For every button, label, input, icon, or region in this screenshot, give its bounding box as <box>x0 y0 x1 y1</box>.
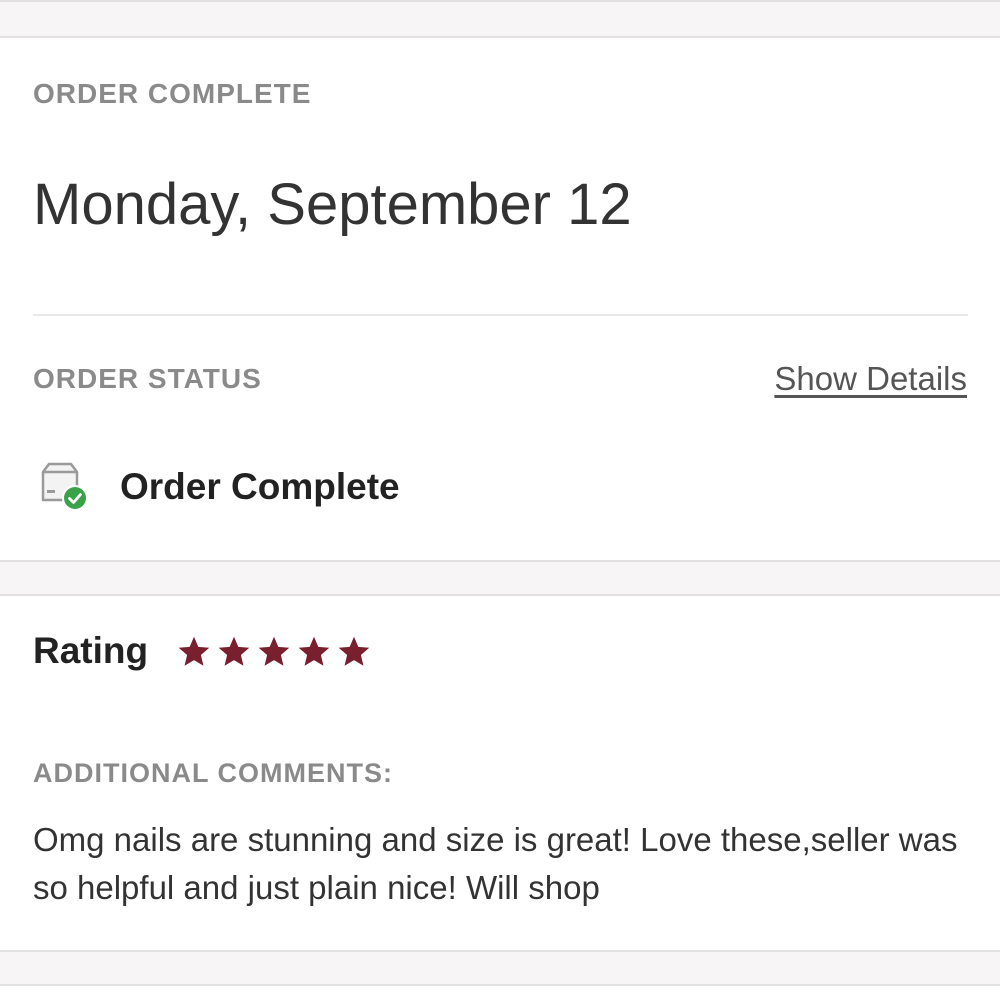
top-separator-strip <box>0 0 1000 38</box>
order-status-card: ORDER COMPLETE Monday, September 12 ORDE… <box>0 36 1000 562</box>
package-check-icon <box>37 460 91 514</box>
review-comment-text: Omg nails are stunning and size is great… <box>33 821 958 906</box>
order-date: Monday, September 12 <box>33 172 632 237</box>
star-icon <box>178 636 210 666</box>
next-card-edge <box>0 984 1000 1000</box>
order-status-label: Order Complete <box>120 466 400 507</box>
order-complete-heading: ORDER COMPLETE <box>33 78 312 109</box>
star-icon <box>338 636 370 666</box>
additional-comments-heading: ADDITIONAL COMMENTS: <box>33 758 393 788</box>
star-icon <box>298 636 330 666</box>
star-rating <box>175 634 375 674</box>
show-details-link[interactable]: Show Details <box>774 360 967 398</box>
star-icon <box>218 636 250 666</box>
order-detail-screen: ORDER COMPLETE Monday, September 12 ORDE… <box>0 0 1000 1000</box>
review-card: Rating ADDITIONAL COMMENTS: Omg nails ar… <box>0 594 1000 952</box>
rating-label: Rating <box>33 630 149 671</box>
section-divider <box>33 314 968 316</box>
star-icon <box>258 636 290 666</box>
order-status-heading: ORDER STATUS <box>33 363 262 394</box>
